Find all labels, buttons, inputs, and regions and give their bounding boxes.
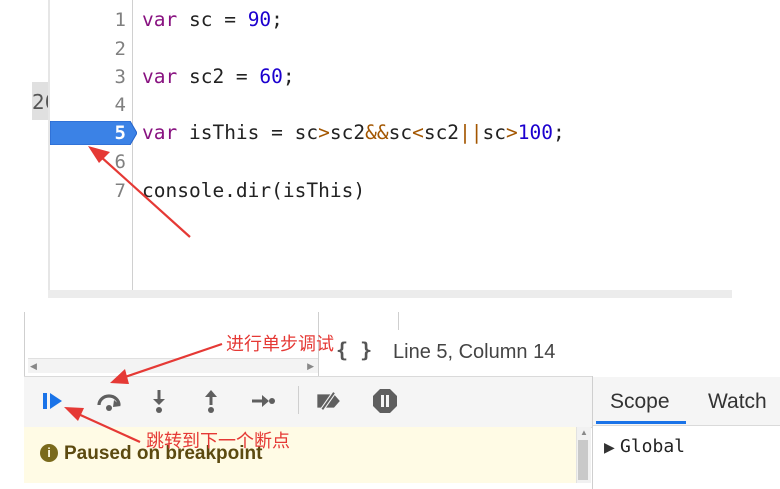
code-token: ;: [282, 65, 295, 88]
code-token: sc: [388, 121, 413, 144]
line-number-7[interactable]: 7: [92, 177, 126, 205]
line-number-5-breakpoint[interactable]: 5: [92, 119, 126, 147]
line-number-4[interactable]: 4: [92, 91, 126, 119]
code-token: sc2: [329, 121, 366, 144]
code-token: isThis = sc: [177, 121, 319, 144]
scroll-right-arrow-icon[interactable]: ▶: [307, 361, 314, 372]
code-editor[interactable]: 20 1 2 3 4 5 6 7 var sc = 90; var sc2 = …: [0, 0, 780, 300]
deactivate-breakpoints-button[interactable]: [314, 386, 344, 416]
line-number-2[interactable]: 2: [92, 35, 126, 63]
resume-icon: [43, 393, 62, 409]
code-line-7[interactable]: console.dir(isThis): [142, 177, 365, 205]
annotation-resume-label: 跳转到下一个断点: [146, 431, 290, 452]
code-token: sc: [482, 121, 507, 144]
toolbar-separator: [298, 386, 299, 414]
pause-on-exceptions-icon: [373, 389, 397, 413]
code-token: var: [142, 8, 178, 31]
step-button[interactable]: [248, 386, 278, 416]
step-over-button[interactable]: [94, 386, 124, 416]
annotation-step-label: 进行单步调试: [226, 334, 334, 355]
status-divider-small: [398, 312, 399, 330]
cursor-position: Line 5, Column 14: [393, 341, 556, 363]
step-out-icon: [205, 390, 217, 413]
scope-item-global[interactable]: Global: [620, 436, 685, 457]
gutter-divider: [132, 0, 133, 290]
code-token: ||: [459, 121, 483, 144]
code-line-5[interactable]: var isThis = sc>sc2&&sc<sc2||sc>100;: [142, 119, 565, 147]
code-token: <: [412, 121, 424, 144]
pause-on-exceptions-button[interactable]: [370, 386, 400, 416]
code-token: 100: [517, 121, 554, 144]
code-token: sc2: [423, 121, 460, 144]
tab-scope[interactable]: Scope: [610, 390, 670, 414]
code-token: sc2 =: [177, 65, 260, 88]
code-token: &&: [365, 121, 389, 144]
code-token: console.dir(isThis): [142, 179, 366, 202]
expand-arrow-icon[interactable]: ▶: [604, 439, 615, 456]
active-tab-indicator: [596, 421, 686, 424]
deactivate-breakpoints-icon: [317, 391, 340, 411]
code-token: >: [506, 121, 518, 144]
code-token: ;: [553, 121, 565, 144]
navigator-horizontal-scrollbar[interactable]: ◀ ▶: [28, 358, 318, 373]
code-token: ;: [271, 8, 283, 31]
step-into-icon: [153, 390, 165, 413]
left-panel-tab[interactable]: 20: [32, 82, 48, 120]
line-number-3[interactable]: 3: [92, 63, 126, 91]
scroll-left-arrow-icon[interactable]: ◀: [30, 361, 37, 372]
code-token: var: [142, 65, 178, 88]
step-over-icon: [97, 394, 121, 411]
pretty-print-icon[interactable]: { }: [336, 338, 372, 362]
code-token: >: [318, 121, 330, 144]
editor-horizontal-scrollbar[interactable]: [48, 290, 732, 298]
tab-watch[interactable]: Watch: [708, 390, 767, 414]
code-token: sc =: [177, 8, 248, 31]
step-into-button[interactable]: [144, 386, 174, 416]
step-out-button[interactable]: [196, 386, 226, 416]
scroll-up-arrow-icon[interactable]: ▲: [580, 428, 588, 437]
scrollbar-thumb[interactable]: [578, 440, 588, 480]
line-number-1[interactable]: 1: [92, 6, 126, 34]
code-token: var: [142, 121, 178, 144]
code-token: 60: [259, 65, 283, 88]
resume-button[interactable]: [38, 386, 68, 416]
info-icon: i: [40, 444, 58, 462]
code-line-1[interactable]: var sc = 90;: [142, 6, 283, 34]
step-icon: [252, 395, 275, 407]
line-number-6[interactable]: 6: [92, 148, 126, 176]
left-panel-tab-text: 20: [32, 90, 48, 114]
editor-left-border: [48, 0, 50, 298]
code-line-3[interactable]: var sc2 = 60;: [142, 63, 295, 91]
code-token: 90: [247, 8, 272, 31]
status-divider-left: [24, 312, 25, 376]
